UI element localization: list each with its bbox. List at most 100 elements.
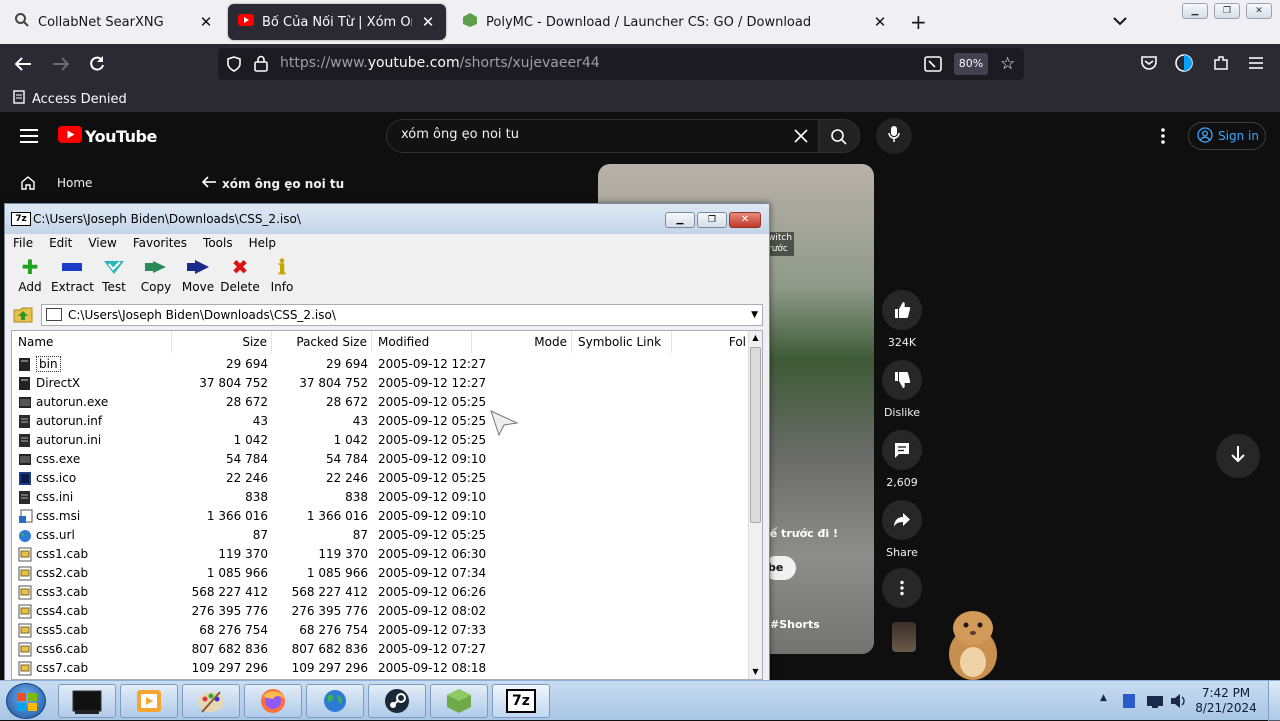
back-arrow-icon[interactable] bbox=[14, 56, 32, 76]
file-row[interactable]: css3.cab 568 227 412 568 227 412 2005-09-12… bbox=[12, 583, 748, 602]
lock-icon[interactable] bbox=[254, 55, 268, 76]
pocket-icon[interactable] bbox=[1140, 55, 1158, 75]
zoom-level[interactable]: 80% bbox=[954, 53, 988, 75]
column-packed-size[interactable]: Packed Size bbox=[272, 331, 372, 353]
forward-arrow-icon[interactable] bbox=[52, 56, 70, 76]
delete-button[interactable]: ✖ Delete bbox=[219, 254, 261, 302]
picture-in-picture-icon[interactable] bbox=[924, 56, 942, 76]
home-icon[interactable] bbox=[20, 175, 36, 195]
clock[interactable]: 7:42 PM 8/21/2024 bbox=[1194, 686, 1258, 716]
youtube-logo[interactable]: YouTube bbox=[58, 126, 157, 147]
add-button[interactable]: ✚ Add bbox=[9, 254, 51, 302]
scrollbar-thumb[interactable] bbox=[750, 347, 761, 523]
reload-icon[interactable] bbox=[88, 55, 106, 77]
column-folders[interactable]: Fol bbox=[672, 331, 748, 353]
file-row[interactable]: autorun.ini 1 042 1 042 2005-09-12 05:25 bbox=[12, 431, 748, 450]
search-input[interactable]: xóm ông ẹo noi tu bbox=[401, 127, 519, 142]
file-row[interactable]: css.msi 1 366 016 1 366 016 2005-09-12 09:1… bbox=[12, 507, 748, 526]
menu-tools[interactable]: Tools bbox=[195, 234, 241, 252]
url-bar[interactable]: https://www.youtube.com/shorts/xujevaeer… bbox=[218, 48, 1024, 80]
info-button[interactable]: ℹ Info bbox=[261, 254, 303, 302]
bookmark-star-icon[interactable]: ☆ bbox=[1000, 54, 1015, 74]
maximize-button[interactable]: ❐ bbox=[697, 212, 727, 228]
show-desktop-button[interactable] bbox=[1268, 681, 1280, 721]
file-row[interactable]: css1.cab 119 370 119 370 2005-09-12 06:30 bbox=[12, 545, 748, 564]
account-icon[interactable] bbox=[1174, 53, 1194, 77]
file-row[interactable]: css5.cab 68 276 754 68 276 754 2005-09-12 0… bbox=[12, 621, 748, 640]
share-action[interactable]: Share bbox=[882, 500, 922, 559]
up-folder-icon[interactable] bbox=[13, 305, 33, 327]
like-action[interactable]: 324K bbox=[882, 290, 922, 349]
volume-icon[interactable] bbox=[1170, 693, 1188, 713]
network-tray-icon[interactable] bbox=[1146, 694, 1164, 713]
file-row[interactable]: css.ini 838 838 2005-09-12 09:10 bbox=[12, 488, 748, 507]
column-size[interactable]: Size bbox=[172, 331, 272, 353]
menu-help[interactable]: Help bbox=[241, 234, 284, 252]
file-row[interactable]: autorun.exe 28 672 28 672 2005-09-12 05:25 bbox=[12, 393, 748, 412]
sign-in-button[interactable]: Sign in bbox=[1188, 122, 1266, 150]
minimize-button[interactable]: ▁ bbox=[665, 212, 695, 228]
close-tab-icon[interactable]: ✕ bbox=[198, 13, 214, 31]
close-tab-icon[interactable]: ✕ bbox=[420, 13, 436, 31]
menu-file[interactable]: File bbox=[5, 234, 41, 252]
column-name[interactable]: Name bbox=[12, 331, 172, 353]
more-actions[interactable] bbox=[882, 568, 922, 614]
menu-icon[interactable] bbox=[1248, 55, 1264, 74]
file-row[interactable]: css.url 87 87 2005-09-12 05:25 bbox=[12, 526, 748, 545]
video-hashtag[interactable]: #Shorts bbox=[770, 618, 820, 631]
file-row[interactable]: css.exe 54 784 54 784 2005-09-12 09:10 bbox=[12, 450, 748, 469]
test-button[interactable]: Test bbox=[93, 254, 135, 302]
tab-polymc[interactable]: PolyMC - Download / Launcher CS: GO / Do… bbox=[452, 4, 898, 40]
sevenzip-title-bar[interactable]: 7z C:\Users\Joseph Biden\Downloads\CSS_2… bbox=[5, 204, 769, 234]
taskbar-polymc[interactable] bbox=[430, 684, 488, 718]
minimize-button[interactable]: ▁ bbox=[1182, 3, 1208, 19]
close-button[interactable]: ✕ bbox=[729, 212, 761, 228]
extensions-icon[interactable] bbox=[1212, 54, 1230, 76]
column-modified[interactable]: Modified bbox=[372, 331, 472, 353]
taskbar-steam[interactable] bbox=[368, 684, 426, 718]
extract-button[interactable]: Extract bbox=[51, 254, 94, 302]
show-hidden-icons-icon[interactable]: ▲ bbox=[1100, 693, 1107, 703]
search-button[interactable] bbox=[818, 119, 860, 153]
clear-search-icon[interactable] bbox=[793, 128, 809, 148]
path-field[interactable]: C:\Users\Joseph Biden\Downloads\CSS_2.is… bbox=[41, 304, 763, 326]
taskbar-network[interactable] bbox=[306, 684, 364, 718]
file-row[interactable]: css4.cab 276 395 776 276 395 776 2005-09-12… bbox=[12, 602, 748, 621]
column-symbolic-link[interactable]: Symbolic Link bbox=[572, 331, 672, 353]
list-all-tabs-icon[interactable] bbox=[1112, 12, 1128, 31]
taskbar-media-player[interactable] bbox=[120, 684, 178, 718]
taskbar-terminal[interactable] bbox=[58, 684, 116, 718]
file-row[interactable]: css2.cab 1 085 966 1 085 966 2005-09-12 07:… bbox=[12, 564, 748, 583]
tab-searxng[interactable]: CollabNet SearXNG ✕ bbox=[4, 4, 224, 40]
tab-youtube[interactable]: Bố Của Nối Từ | Xóm Ông Ẹo 2! ✕ bbox=[228, 4, 446, 40]
file-row[interactable]: DirectX 37 804 752 37 804 752 2005-09-12 12… bbox=[12, 374, 748, 393]
taskbar-paint[interactable] bbox=[182, 684, 240, 718]
menu-edit[interactable]: Edit bbox=[41, 234, 80, 252]
taskbar-firefox[interactable] bbox=[244, 684, 302, 718]
scroll-down-icon[interactable]: ▼ bbox=[750, 667, 761, 677]
taskbar-7zip[interactable]: 7z bbox=[492, 684, 550, 718]
close-tab-icon[interactable]: ✕ bbox=[872, 13, 888, 31]
sidebar-item-home[interactable]: Home bbox=[57, 176, 92, 190]
vertical-scrollbar[interactable]: ▲ ▼ bbox=[748, 331, 762, 679]
file-row[interactable]: bin 29 694 29 694 2005-09-12 12:27 bbox=[12, 355, 748, 374]
file-row[interactable]: css7.cab 109 297 296 109 297 296 2005-09-12… bbox=[12, 659, 748, 678]
file-row[interactable]: css6.cab 807 682 836 807 682 836 2005-09-12… bbox=[12, 640, 748, 659]
new-tab-button[interactable]: + bbox=[910, 10, 927, 34]
file-row[interactable]: autorun.inf 43 43 2005-09-12 05:25 bbox=[12, 412, 748, 431]
restore-button[interactable]: ❐ bbox=[1214, 3, 1240, 19]
move-button[interactable]: Move bbox=[177, 254, 219, 302]
dislike-action[interactable]: Dislike bbox=[882, 360, 922, 419]
close-window-button[interactable]: ✕ bbox=[1246, 3, 1272, 19]
column-mode[interactable]: Mode bbox=[472, 331, 572, 353]
menu-favorites[interactable]: Favorites bbox=[125, 234, 195, 252]
back-to-search[interactable]: xóm ông ẹo noi tu bbox=[201, 176, 344, 191]
copy-button[interactable]: Copy bbox=[135, 254, 177, 302]
file-row[interactable]: css.ico 22 246 22 246 2005-09-12 05:25 bbox=[12, 469, 748, 488]
comments-action[interactable]: 2,609 bbox=[882, 430, 922, 489]
start-button[interactable] bbox=[6, 683, 46, 719]
scroll-up-icon[interactable]: ▲ bbox=[750, 333, 761, 343]
bookmark-item[interactable]: Access Denied bbox=[12, 90, 127, 108]
path-dropdown-icon[interactable]: ▼ bbox=[751, 305, 758, 325]
next-video-button[interactable] bbox=[1216, 434, 1260, 478]
